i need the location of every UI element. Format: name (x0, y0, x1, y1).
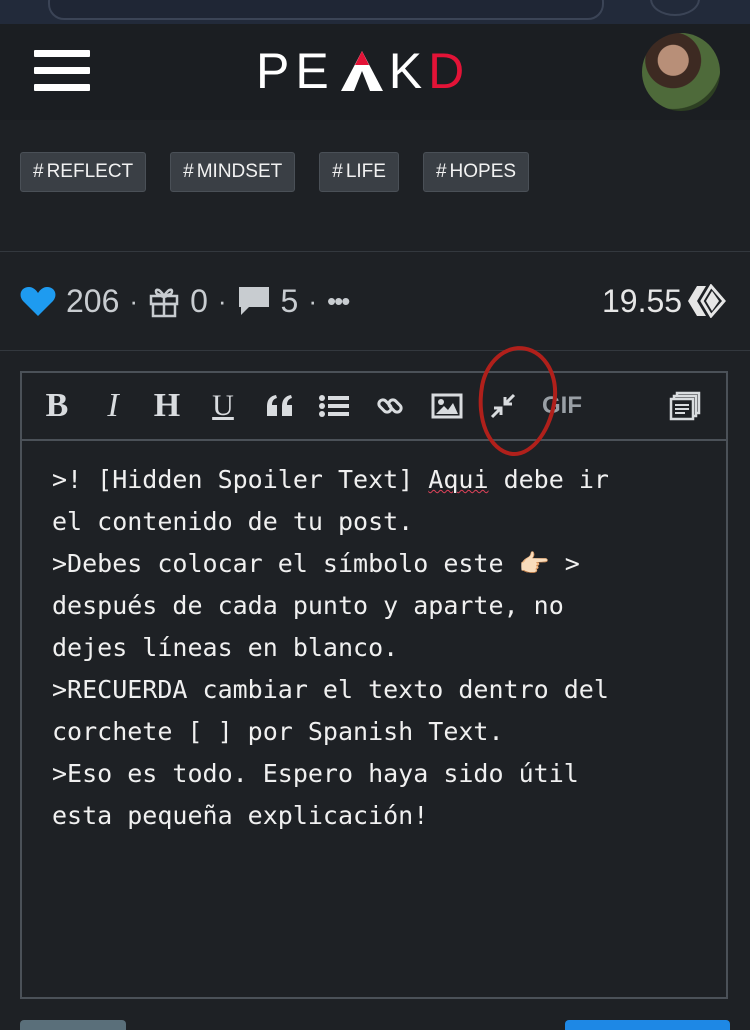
post-stats: 206 · 0 · 5 · ••• (20, 278, 350, 324)
comments-count[interactable]: 5 (281, 283, 299, 320)
menu-icon[interactable] (34, 50, 90, 92)
top-navbar: PE K D (0, 24, 750, 120)
tag-mindset[interactable]: # MINDSET (170, 152, 296, 192)
italic-button[interactable]: I (98, 387, 128, 425)
heading-button[interactable]: H (150, 387, 184, 425)
gift-icon[interactable] (148, 284, 180, 318)
tag-list: # REFLECT # MINDSET # LIFE # HOPES (20, 152, 530, 192)
url-bar[interactable] (48, 0, 604, 20)
primary-button[interactable] (565, 1020, 730, 1030)
divider (0, 251, 750, 252)
logo-a-icon (340, 51, 383, 91)
tag-hopes[interactable]: # HOPES (422, 152, 530, 192)
peakd-logo[interactable]: PE K D (256, 43, 470, 99)
hive-icon (688, 284, 727, 318)
heart-icon[interactable] (20, 285, 56, 317)
likes-count[interactable]: 206 (66, 283, 119, 320)
editor-textarea[interactable]: >! [Hidden Spoiler Text] Aqui debe ir el… (52, 459, 712, 837)
status-bar (0, 0, 750, 24)
secondary-button[interactable] (20, 1020, 126, 1030)
link-icon[interactable] (374, 387, 406, 425)
markdown-editor: B I H U GIF >! [Hidden Spoiler Text] Aqu… (20, 340, 728, 999)
gifts-count[interactable]: 0 (190, 283, 208, 320)
gif-button[interactable]: GIF (540, 387, 584, 425)
pointing-hand-emoji: 👉🏻 (518, 549, 550, 578)
underline-button[interactable]: U (206, 387, 240, 425)
tag-life[interactable]: # LIFE (319, 152, 399, 192)
tag-reflect[interactable]: # REFLECT (20, 152, 147, 192)
more-options-icon[interactable]: ••• (327, 286, 350, 317)
editor-toolbar: B I H U GIF (22, 340, 726, 462)
bold-button[interactable]: B (42, 387, 72, 425)
image-icon[interactable] (430, 387, 464, 425)
avatar[interactable] (642, 33, 720, 111)
list-icon[interactable] (318, 387, 350, 425)
quote-icon[interactable] (264, 387, 296, 425)
browser-button[interactable] (650, 0, 700, 16)
payout[interactable]: 19.55 (602, 278, 727, 324)
collapse-icon[interactable] (488, 387, 518, 425)
payout-value: 19.55 (602, 282, 683, 319)
divider (0, 350, 750, 351)
comment-icon[interactable] (237, 285, 271, 317)
snippets-icon[interactable] (668, 387, 702, 425)
